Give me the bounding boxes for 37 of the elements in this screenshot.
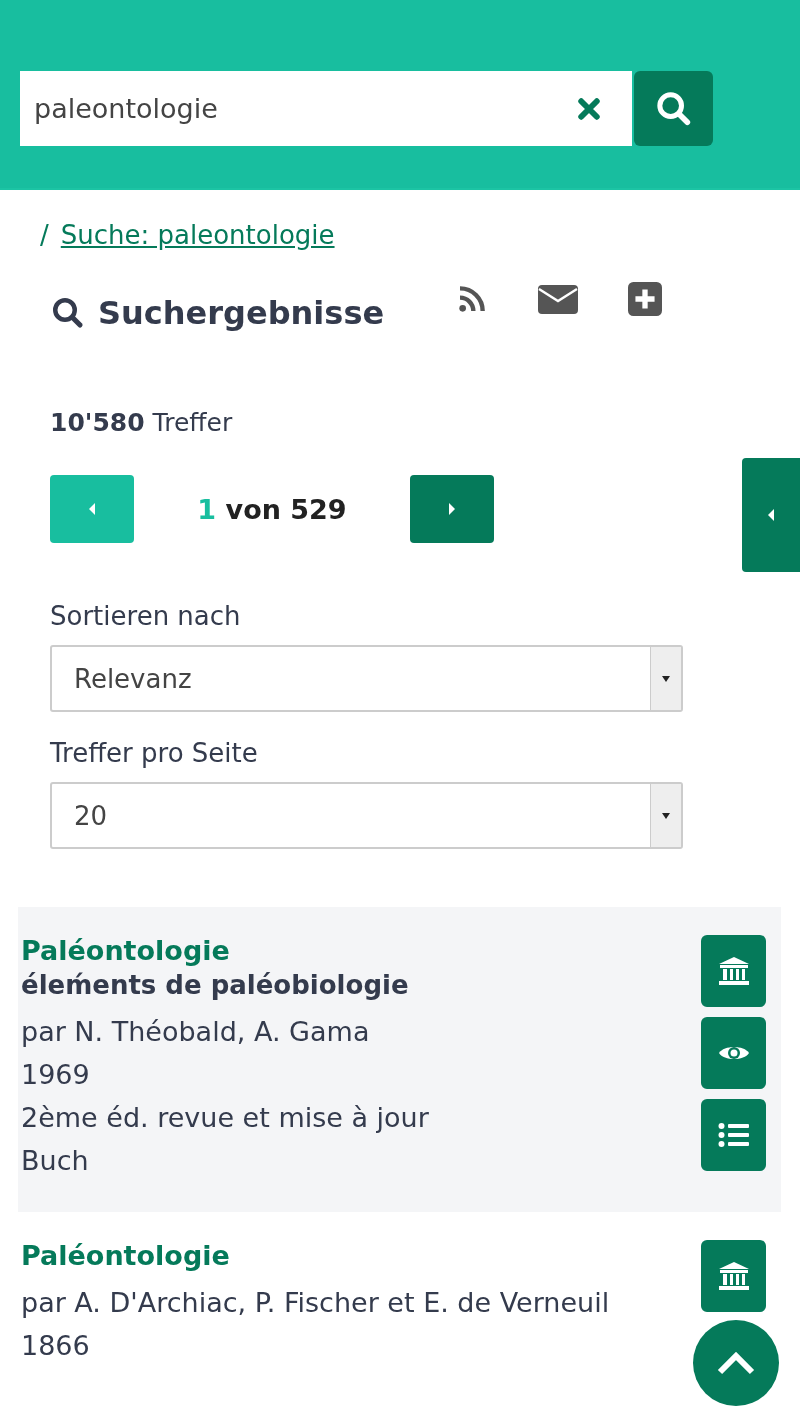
- add-icon[interactable]: [628, 282, 663, 316]
- eye-button[interactable]: [701, 1017, 766, 1089]
- result-detail: 2ème éd. revue et mise à jour: [21, 1101, 429, 1135]
- breadcrumb-separator: /: [40, 220, 49, 250]
- caret-icon: [447, 502, 457, 516]
- page-indicator: 1 von 529: [196, 493, 348, 525]
- result-title-link[interactable]: Paléontologie: [21, 935, 429, 966]
- breadcrumb-link[interactable]: Suche: paleontologie: [60, 220, 335, 250]
- result-detail: Buch: [21, 1144, 90, 1178]
- result-detail: par N. Théobald, A. Gama: [21, 1015, 371, 1049]
- building-icon: [717, 1261, 750, 1291]
- sort-label: Sortieren nach: [50, 601, 242, 631]
- result-subtitle: éleḿents de paléobiologie: [21, 970, 410, 1000]
- result-detail: 1866: [21, 1329, 91, 1363]
- results-heading: Suchergebnisse: [98, 294, 385, 332]
- per-page-dropdown[interactable]: 20: [50, 782, 683, 849]
- hit-count: 10'580 Treffer: [50, 408, 234, 437]
- search-field[interactable]: paleontologie: [20, 71, 632, 146]
- mail-icon[interactable]: [538, 283, 579, 315]
- building-icon: [717, 956, 750, 986]
- result-detail: par A. D'Archiac, P. Fischer et E. de Verneuil: [21, 1286, 610, 1320]
- list-icon: [717, 1122, 750, 1148]
- result-detail: 1969: [21, 1058, 91, 1092]
- list-button[interactable]: [701, 1099, 766, 1171]
- sidebar-toggle[interactable]: [742, 458, 800, 572]
- chevron-up-icon: [716, 1351, 756, 1375]
- clear-icon[interactable]: [576, 95, 602, 122]
- sort-dropdown[interactable]: Relevanz: [50, 645, 683, 712]
- institution-button[interactable]: [701, 935, 766, 1007]
- dropdown-arrow-icon: [662, 812, 670, 819]
- institution-button[interactable]: [701, 1240, 766, 1312]
- caret-icon: [87, 502, 97, 516]
- dropdown-arrow-icon: [662, 675, 670, 682]
- caret-icon: [766, 508, 776, 522]
- per-page-label: Treffer pro Seite: [50, 738, 259, 768]
- search-button[interactable]: [634, 71, 713, 146]
- result-title-link[interactable]: Paléontologie: [21, 1240, 610, 1271]
